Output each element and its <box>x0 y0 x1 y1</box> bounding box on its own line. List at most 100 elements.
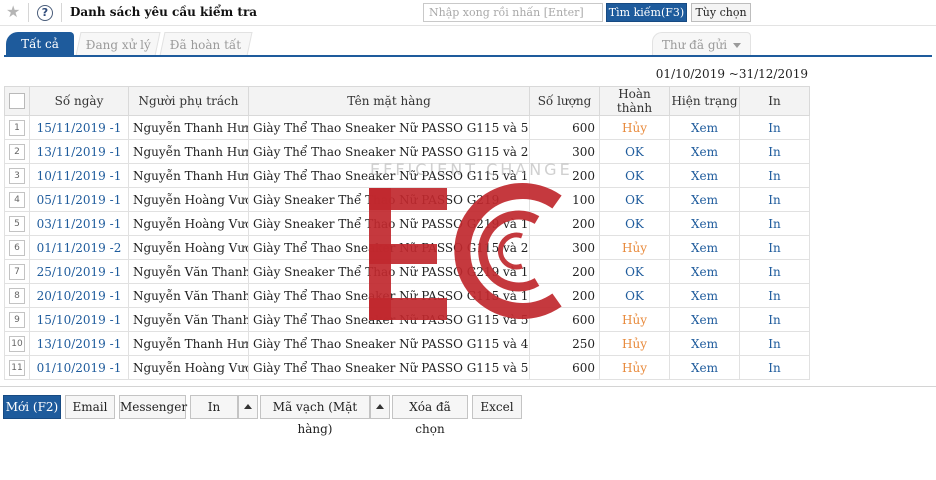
row-number-cell[interactable]: 3 <box>4 163 30 188</box>
status-link[interactable]: Xem <box>669 235 740 260</box>
date-cell[interactable]: 20/10/2019 -1 <box>29 283 129 308</box>
date-cell[interactable]: 03/11/2019 -1 <box>29 211 129 236</box>
tab-sent[interactable]: Thư đã gửi <box>652 32 751 56</box>
date-cell[interactable]: 13/11/2019 -1 <box>29 139 129 164</box>
column-header-completion[interactable]: Hoàn thành <box>599 86 670 116</box>
date-cell[interactable]: 15/11/2019 -1 <box>29 115 129 140</box>
table-row[interactable]: 10 13/10/2019 -1 Nguyễn Thanh Hưng Giày Thể… <box>4 331 810 356</box>
column-header-quantity[interactable]: Số lượng <box>529 86 600 116</box>
row-number-cell[interactable]: 2 <box>4 139 30 164</box>
email-button[interactable]: Email <box>65 395 115 419</box>
excel-button[interactable]: Excel <box>472 395 522 419</box>
barcode-button[interactable]: Mã vạch (Mặt hàng) <box>260 395 370 436</box>
print-options-button[interactable] <box>238 395 258 419</box>
column-header-date[interactable]: Số ngày <box>29 86 129 116</box>
date-cell[interactable]: 15/10/2019 -1 <box>29 307 129 332</box>
search-input[interactable] <box>423 3 603 22</box>
select-all-checkbox[interactable] <box>9 93 25 109</box>
row-number-cell[interactable]: 6 <box>4 235 30 260</box>
completion-cell[interactable]: Hủy <box>599 307 670 332</box>
status-link[interactable]: Xem <box>669 187 740 212</box>
print-link[interactable]: In <box>739 163 810 188</box>
completion-cell[interactable]: OK <box>599 187 670 212</box>
print-link[interactable]: In <box>739 355 810 380</box>
table-row[interactable]: 1 15/11/2019 -1 Nguyễn Thanh Hưng Giày Thể … <box>4 115 810 140</box>
print-link[interactable]: In <box>739 211 810 236</box>
new-button[interactable]: Mới (F2) <box>3 395 61 419</box>
table-row[interactable]: 405/11/2019 -1Nguyễn Hoàng VươngGiày Sne… <box>4 187 810 212</box>
tab-processing[interactable]: Đang xử lý <box>75 32 161 56</box>
date-cell[interactable]: 01/10/2019 -1 <box>29 355 129 380</box>
completion-cell[interactable]: Hủy <box>599 235 670 260</box>
status-link[interactable]: Xem <box>669 163 740 188</box>
messenger-button[interactable]: Messenger <box>119 395 187 419</box>
print-link[interactable]: In <box>739 187 810 212</box>
status-link[interactable]: Xem <box>669 259 740 284</box>
row-number[interactable]: 1 <box>9 120 25 136</box>
row-number-cell[interactable]: 1 <box>4 115 30 140</box>
row-number[interactable]: 11 <box>9 360 25 376</box>
table-row[interactable]: 8 20/10/2019 -1 Nguyễn Văn Thanh Giày Thể T… <box>4 283 810 308</box>
completion-cell[interactable]: OK <box>599 283 670 308</box>
print-link[interactable]: In <box>739 115 810 140</box>
row-number-cell[interactable]: 7 <box>4 259 30 284</box>
table-row[interactable]: 3 10/11/2019 -1 Nguyễn Thanh Hưng Giày Thể … <box>4 163 810 188</box>
row-number[interactable]: 2 <box>9 144 25 160</box>
status-link[interactable]: Xem <box>669 307 740 332</box>
row-number[interactable]: 8 <box>9 288 25 304</box>
print-link[interactable]: In <box>739 283 810 308</box>
print-link[interactable]: In <box>739 331 810 356</box>
row-number[interactable]: 10 <box>9 336 25 352</box>
completion-cell[interactable]: Hủy <box>599 331 670 356</box>
print-link[interactable]: In <box>739 139 810 164</box>
completion-cell[interactable]: Hủy <box>599 355 670 380</box>
date-cell[interactable]: 05/11/2019 -1 <box>29 187 129 212</box>
print-link[interactable]: In <box>739 235 810 260</box>
row-number[interactable]: 5 <box>9 216 25 232</box>
date-cell[interactable]: 10/11/2019 -1 <box>29 163 129 188</box>
status-link[interactable]: Xem <box>669 283 740 308</box>
row-number[interactable]: 6 <box>9 240 25 256</box>
column-header-person[interactable]: Người phụ trách <box>128 86 249 116</box>
status-link[interactable]: Xem <box>669 211 740 236</box>
column-header-status[interactable]: Hiện trạng <box>669 86 740 116</box>
help-icon[interactable]: ? <box>37 5 53 21</box>
completion-cell[interactable]: OK <box>599 163 670 188</box>
row-number-cell[interactable]: 9 <box>4 307 30 332</box>
date-cell[interactable]: 25/10/2019 -1 <box>29 259 129 284</box>
status-link[interactable]: Xem <box>669 331 740 356</box>
print-link[interactable]: In <box>739 307 810 332</box>
option-button[interactable]: Tùy chọn <box>691 3 751 22</box>
table-row[interactable]: 9 15/10/2019 -1 Nguyễn Văn Thanh Giày Thể T… <box>4 307 810 332</box>
search-button[interactable]: Tìm kiếm(F3) <box>606 3 687 22</box>
delete-selected-button[interactable]: Xóa đã chọn <box>392 395 468 436</box>
status-link[interactable]: Xem <box>669 355 740 380</box>
completion-cell[interactable]: OK <box>599 139 670 164</box>
table-row[interactable]: 601/11/2019 -2Nguyễn Hoàng VươngGiày Thể… <box>4 235 810 260</box>
status-link[interactable]: Xem <box>669 139 740 164</box>
completion-cell[interactable]: OK <box>599 259 670 284</box>
print-button[interactable]: In <box>190 395 238 419</box>
row-number[interactable]: 3 <box>9 168 25 184</box>
tab-all[interactable]: Tất cả <box>6 32 74 56</box>
row-number-cell[interactable]: 4 <box>4 187 30 212</box>
print-link[interactable]: In <box>739 259 810 284</box>
status-link[interactable]: Xem <box>669 115 740 140</box>
row-number[interactable]: 4 <box>9 192 25 208</box>
row-number[interactable]: 9 <box>9 312 25 328</box>
table-row[interactable]: 503/11/2019 -1Nguyễn Hoàng VươngGiày Sne… <box>4 211 810 236</box>
table-row[interactable]: 2 13/11/2019 -1 Nguyễn Thanh Hưng Giày Thể … <box>4 139 810 164</box>
star-icon[interactable]: ★ <box>6 3 22 21</box>
table-row[interactable]: 7 25/10/2019 -1 Nguyễn Văn Thanh Giày Sneak… <box>4 259 810 284</box>
date-cell[interactable]: 13/10/2019 -1 <box>29 331 129 356</box>
table-row[interactable]: 1101/10/2019 -1Nguyễn Hoàng VươngGiày Th… <box>4 355 810 380</box>
completion-cell[interactable]: Hủy <box>599 115 670 140</box>
barcode-options-button[interactable] <box>370 395 390 419</box>
completion-cell[interactable]: OK <box>599 211 670 236</box>
row-number-cell[interactable]: 10 <box>4 331 30 356</box>
column-header-print[interactable]: In <box>739 86 810 116</box>
date-cell[interactable]: 01/11/2019 -2 <box>29 235 129 260</box>
column-header-item[interactable]: Tên mặt hàng <box>248 86 530 116</box>
tab-completed[interactable]: Đã hoàn tất <box>159 32 253 56</box>
row-number-cell[interactable]: 5 <box>4 211 30 236</box>
